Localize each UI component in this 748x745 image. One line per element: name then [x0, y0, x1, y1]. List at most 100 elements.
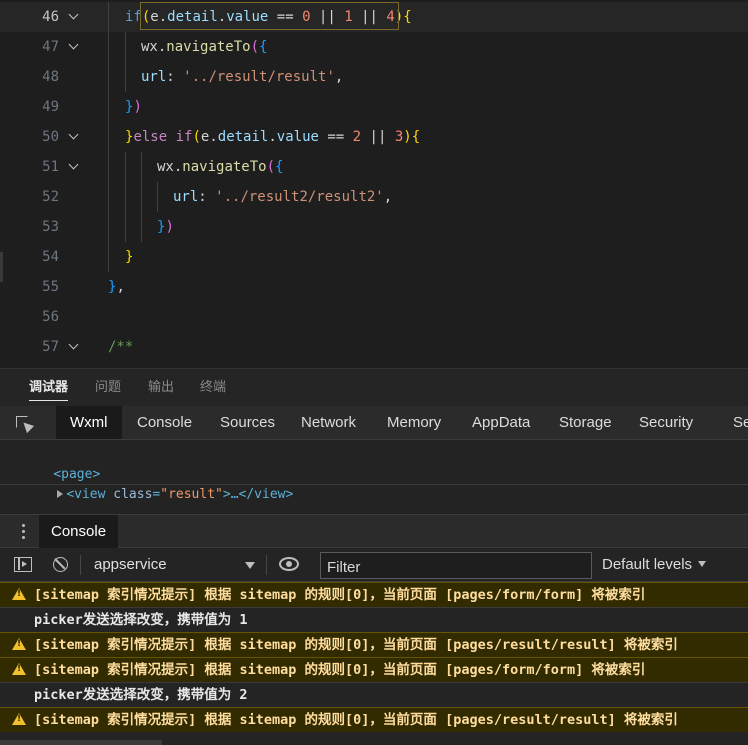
message-text: [sitemap 索引情况提示] 根据 sitemap 的规则[0]，当前页面 … [34, 712, 678, 728]
line-number: 49 [42, 99, 59, 115]
drawer-tab-bar: Console [0, 514, 748, 548]
message-text: picker发送选择改变，携带值为 1 [34, 612, 248, 628]
panel-divider[interactable] [0, 484, 748, 485]
code-text: }) [125, 99, 142, 115]
tab-overflow[interactable]: Se [719, 406, 748, 439]
code-line[interactable]: 56 [0, 302, 748, 332]
code-line[interactable]: 50}else if(e.detail.value == 2 || 3){ [0, 122, 748, 152]
code-line[interactable]: 49}) [0, 92, 748, 122]
chevron-down-icon [698, 561, 707, 567]
wxml-tree: <page> <view class="result">…</view> [0, 440, 748, 514]
code-line[interactable]: 54} [0, 242, 748, 272]
show-sidebar-icon[interactable] [14, 557, 32, 572]
code-line[interactable]: 51 wx.navigateTo({ [0, 152, 748, 182]
indent-guide [108, 242, 109, 272]
console-message[interactable]: picker发送选择改变，携带值为 1 [0, 607, 748, 632]
line-number: 56 [42, 309, 59, 325]
toolbar-divider [80, 555, 81, 575]
tab-problems[interactable]: 问题 [95, 369, 121, 407]
line-number: 54 [42, 249, 59, 265]
warning-icon [12, 663, 26, 675]
tab-console[interactable]: Console [123, 406, 206, 439]
message-text: [sitemap 索引情况提示] 根据 sitemap 的规则[0]，当前页面 … [34, 587, 646, 603]
indent-guide [108, 92, 109, 122]
line-number: 55 [42, 279, 59, 295]
warning-icon [12, 713, 26, 725]
drawer-menu-icon[interactable] [22, 524, 26, 540]
indent-guide [108, 152, 109, 182]
warning-icon [12, 588, 26, 600]
view-tag-open: <view [66, 487, 106, 502]
console-messages: [sitemap 索引情况提示] 根据 sitemap 的规则[0]，当前页面 … [0, 582, 748, 745]
indent-guide [141, 212, 142, 242]
indent-guide [108, 182, 109, 212]
tab-wxml[interactable]: Wxml [56, 406, 122, 439]
code-line[interactable]: 57 /** [0, 332, 748, 362]
chevron-down-icon[interactable] [245, 562, 255, 569]
indent-guide [141, 182, 142, 212]
code-text: } [125, 249, 134, 265]
inspect-element-icon[interactable] [12, 413, 36, 434]
console-message[interactable]: [sitemap 索引情况提示] 根据 sitemap 的规则[0]，当前页面 … [0, 657, 748, 682]
console-message[interactable]: [sitemap 索引情况提示] 根据 sitemap 的规则[0]，当前页面 … [0, 707, 748, 732]
horizontal-scrollbar[interactable] [0, 740, 162, 745]
tab-network[interactable]: Network [287, 406, 370, 439]
clear-console-icon[interactable] [53, 557, 68, 572]
fold-chevron-icon[interactable] [67, 32, 83, 62]
code-text: }, [108, 279, 125, 295]
line-number: 51 [42, 159, 59, 175]
message-text: [sitemap 索引情况提示] 根据 sitemap 的规则[0]，当前页面 … [34, 637, 678, 653]
code-line[interactable]: 52 url: '../result2/result2', [0, 182, 748, 212]
console-message[interactable]: picker发送选择改变，携带值为 2 [0, 682, 748, 707]
indent-guide [108, 62, 109, 92]
fold-chevron-icon[interactable] [67, 122, 83, 152]
drawer-tab-console[interactable]: Console [39, 515, 119, 548]
devtools-tab-bar: Wxml Console Sources Network Memory AppD… [0, 406, 748, 440]
log-levels-label: Default levels [602, 556, 693, 573]
code-text: wx.navigateTo({ [157, 159, 284, 175]
panel-tab-bar: 调试器 问题 输出 终端 [0, 368, 748, 406]
log-levels-dropdown[interactable]: Default levels [602, 548, 707, 582]
tab-storage[interactable]: Storage [545, 406, 626, 439]
tab-security[interactable]: Security [625, 406, 707, 439]
code-line[interactable]: 46 if(e.detail.value == 0 || 1 || 4){ [0, 2, 748, 32]
tab-terminal[interactable]: 终端 [200, 369, 226, 407]
tab-debugger[interactable]: 调试器 [29, 369, 69, 407]
console-message[interactable]: [sitemap 索引情况提示] 根据 sitemap 的规则[0]，当前页面 … [0, 582, 748, 607]
line-number: 46 [42, 9, 59, 25]
view-attr-value: "result" [160, 487, 223, 502]
eye-icon[interactable] [279, 557, 299, 571]
indent-guide [108, 122, 109, 152]
line-number: 57 [42, 339, 59, 355]
tab-appdata[interactable]: AppData [458, 406, 544, 439]
tab-output[interactable]: 输出 [148, 369, 174, 407]
line-number: 47 [42, 39, 59, 55]
context-select[interactable]: appservice [82, 552, 262, 578]
fold-chevron-icon[interactable] [67, 2, 83, 32]
tab-memory[interactable]: Memory [373, 406, 455, 439]
code-line[interactable]: 48 url: '../result/result', [0, 62, 748, 92]
code-editor[interactable]: 46 if(e.detail.value == 0 || 1 || 4){47 wx… [0, 0, 748, 368]
line-number: 53 [42, 219, 59, 235]
indent-guide [125, 32, 126, 62]
dom-node-page[interactable]: <page> [22, 445, 100, 482]
indent-guide [125, 62, 126, 92]
fold-chevron-icon[interactable] [67, 152, 83, 182]
message-text: [sitemap 索引情况提示] 根据 sitemap 的规则[0]，当前页面 … [34, 662, 646, 678]
warning-icon [12, 638, 26, 650]
line-number: 48 [42, 69, 59, 85]
filter-input[interactable] [320, 552, 592, 579]
line-number: 50 [42, 129, 59, 145]
indent-guide [125, 182, 126, 212]
expand-triangle-icon[interactable] [57, 490, 64, 498]
console-message[interactable]: [sitemap 索引情况提示] 根据 sitemap 的规则[0]，当前页面 … [0, 632, 748, 657]
tab-sources[interactable]: Sources [206, 406, 289, 439]
dom-node-view[interactable]: <view class="result">…</view> [26, 465, 293, 502]
indent-guide [108, 32, 109, 62]
fold-chevron-icon[interactable] [67, 332, 83, 362]
code-line[interactable]: 53}) [0, 212, 748, 242]
code-line[interactable]: 55}, [0, 272, 748, 302]
console-toolbar: appservice Default levels [0, 548, 748, 582]
code-line[interactable]: 47 wx.navigateTo({ [0, 32, 748, 62]
indent-guide [108, 212, 109, 242]
